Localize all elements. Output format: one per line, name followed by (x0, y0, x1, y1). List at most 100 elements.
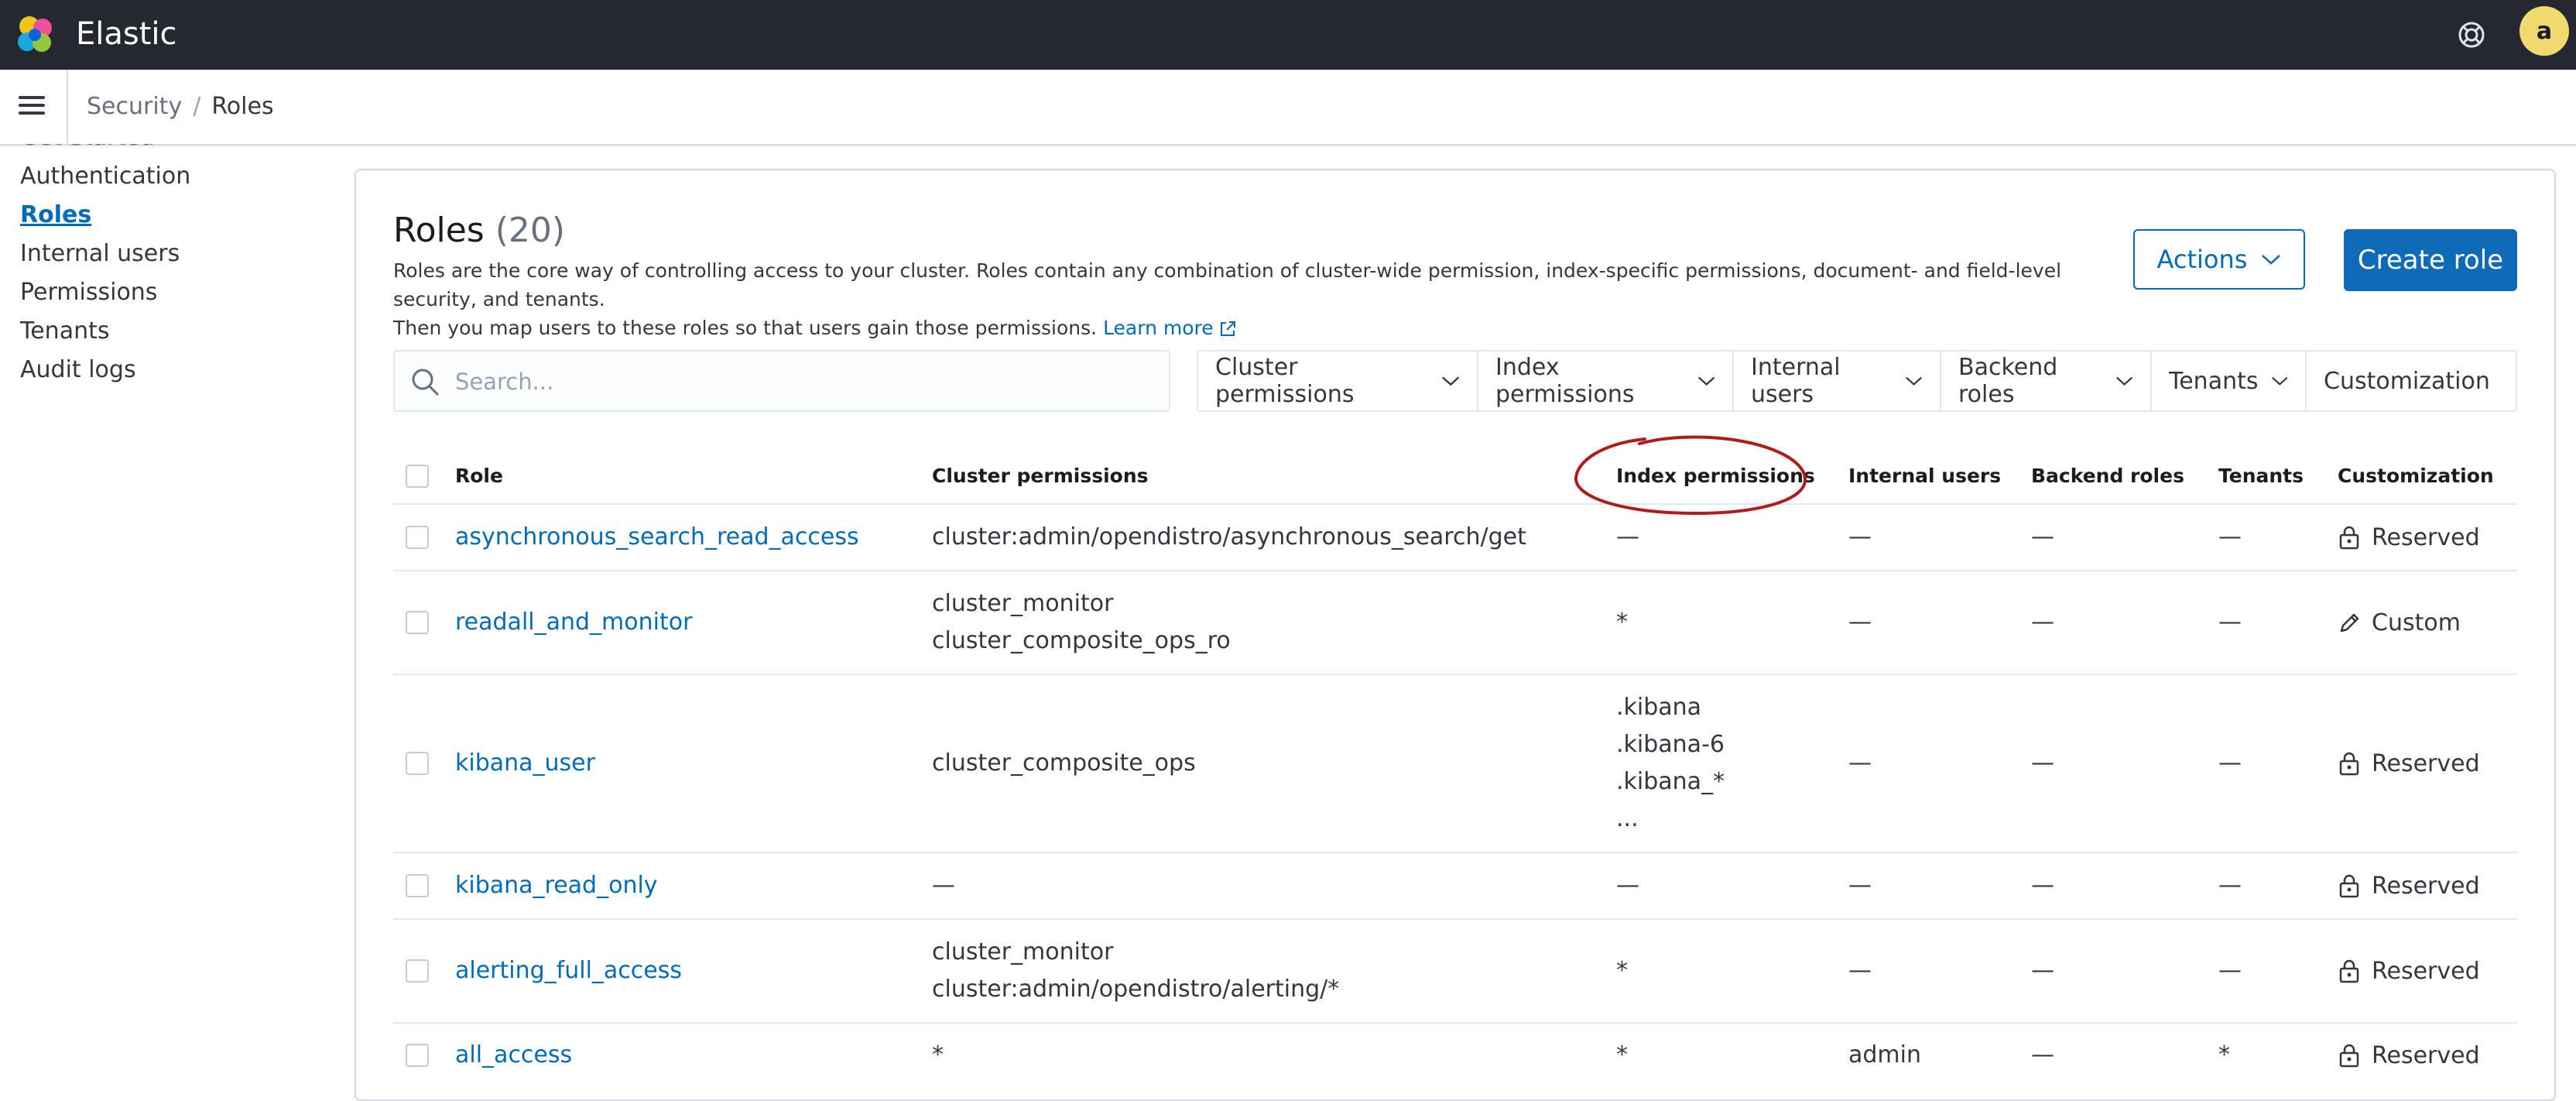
cluster-permission: cluster:admin/opendistro/asynchronous_se… (932, 523, 1526, 550)
column-header-index-permissions[interactable]: Index permissions (1616, 465, 1815, 487)
filter-label: Cluster permissions (1215, 354, 1355, 408)
filter-group: Cluster permissions Index permissions In… (1197, 350, 2517, 412)
filter-customization[interactable]: Customization (2307, 352, 2516, 410)
filter-backend-roles[interactable]: Backend roles (1941, 352, 2152, 410)
top-header: Elastic a (0, 0, 2576, 70)
row-checkbox[interactable] (406, 874, 429, 897)
index-permission: — (1616, 872, 1639, 899)
column-header-cluster-permissions[interactable]: Cluster permissions (932, 465, 1149, 487)
breadcrumb-bar: Security / Roles (0, 70, 2576, 146)
lock-icon (2339, 1044, 2359, 1068)
filter-tenants[interactable]: Tenants (2152, 352, 2307, 410)
row-checkbox[interactable] (406, 752, 429, 775)
learn-more-link[interactable]: Learn more (1103, 317, 1214, 339)
tenants-value: — (2218, 749, 2242, 777)
filter-cluster-permissions[interactable]: Cluster permissions (1198, 352, 1478, 410)
column-header-customization[interactable]: Customization (2338, 465, 2494, 487)
internal-users-value: — (1848, 749, 1872, 777)
row-checkbox[interactable] (406, 526, 429, 549)
chevron-down-icon (2271, 376, 2287, 386)
customization-label: Reserved (2372, 957, 2480, 985)
menu-toggle-icon[interactable] (14, 91, 50, 122)
cluster-permission: cluster_composite_ops_ro (932, 627, 1231, 654)
customization-value: Custom (2338, 604, 2461, 641)
elastic-logo-icon[interactable] (14, 13, 57, 57)
internal-users-value: admin (1848, 1041, 1921, 1068)
customization-value: Reserved (2338, 519, 2480, 556)
user-avatar[interactable]: a (2519, 6, 2569, 56)
chevron-down-icon (1441, 376, 1459, 386)
role-link[interactable]: asynchronous_search_read_access (455, 519, 859, 556)
create-role-button[interactable]: Create role (2344, 229, 2517, 291)
cluster-permission: * (932, 1041, 944, 1068)
backend-roles-value: — (2031, 609, 2054, 636)
breadcrumb: Security / Roles (87, 90, 274, 124)
index-permission: * (1616, 609, 1628, 636)
customization-value: Reserved (2338, 867, 2480, 904)
external-link-icon[interactable] (1218, 320, 1237, 338)
actions-button[interactable]: Actions (2133, 229, 2305, 290)
customization-label: Reserved (2372, 872, 2480, 900)
select-all-checkbox[interactable] (406, 465, 429, 488)
tenants-value: — (2218, 872, 2242, 899)
backend-roles-value: — (2031, 1041, 2054, 1068)
customization-value: Reserved (2338, 1037, 2480, 1074)
search-input[interactable] (454, 353, 1153, 410)
breadcrumb-security[interactable]: Security (87, 93, 182, 120)
row-divider (393, 570, 2517, 571)
role-link[interactable]: readall_and_monitor (455, 604, 692, 641)
page-title: Roles (20) (393, 211, 565, 250)
role-link[interactable]: kibana_user (455, 745, 595, 782)
index-permission: .kibana_* (1616, 768, 1725, 795)
row-divider (393, 674, 2517, 675)
role-link[interactable]: alerting_full_access (455, 952, 682, 990)
side-nav: Get Started Authentication Roles Interna… (0, 144, 341, 1075)
lock-icon (2339, 752, 2359, 776)
filter-label: Index permissions (1495, 354, 1635, 408)
cluster-permission: cluster_composite_ops (932, 749, 1196, 777)
sidebar-item-permissions[interactable]: Permissions (20, 279, 157, 306)
filter-label: Tenants (2169, 367, 2259, 395)
column-header-backend-roles[interactable]: Backend roles (2031, 465, 2184, 487)
internal-users-value: — (1848, 957, 1872, 984)
chevron-down-icon (1905, 376, 1922, 386)
page-description: Roles are the core way of controlling ac… (393, 256, 2096, 342)
row-checkbox[interactable] (406, 611, 429, 634)
sidebar-item-internal-users[interactable]: Internal users (20, 240, 180, 267)
role-link[interactable]: all_access (455, 1037, 572, 1074)
column-header-internal-users[interactable]: Internal users (1848, 465, 2001, 487)
filter-internal-users[interactable]: Internal users (1734, 352, 1941, 410)
row-divider (393, 503, 2517, 505)
search-box (393, 350, 1170, 412)
column-header-tenants[interactable]: Tenants (2218, 465, 2304, 487)
backend-roles-value: — (2031, 872, 2054, 899)
sidebar-item-get-started[interactable]: Get Started (20, 144, 155, 151)
customization-value: Reserved (2338, 952, 2480, 990)
sidebar-item-authentication[interactable]: Authentication (20, 163, 190, 190)
chevron-down-icon (1697, 376, 1714, 386)
backend-roles-value: — (2031, 749, 2054, 777)
row-checkbox[interactable] (406, 959, 429, 983)
brand-name: Elastic (76, 16, 177, 52)
row-checkbox[interactable] (406, 1044, 429, 1067)
help-icon[interactable] (2452, 15, 2491, 54)
customization-label: Reserved (2372, 1041, 2480, 1069)
chevron-down-icon (2262, 255, 2281, 265)
index-permission: — (1616, 523, 1639, 550)
tenants-value: — (2218, 957, 2242, 984)
index-permission: .kibana (1616, 694, 1702, 721)
description-line-2: Then you map users to these roles so tha… (393, 314, 2096, 342)
role-link[interactable]: kibana_read_only (455, 867, 658, 904)
cluster-permission: cluster_monitor (932, 590, 1114, 617)
sidebar-item-audit-logs[interactable]: Audit logs (20, 356, 136, 383)
column-header-role[interactable]: Role (455, 465, 503, 487)
sidebar-item-tenants[interactable]: Tenants (20, 317, 110, 345)
customization-value: Reserved (2338, 745, 2480, 782)
filter-index-permissions[interactable]: Index permissions (1478, 352, 1734, 410)
sidebar-item-roles[interactable]: Roles (20, 201, 91, 228)
internal-users-value: — (1848, 523, 1872, 550)
tenants-value: * (2218, 1041, 2230, 1068)
row-divider (393, 852, 2517, 853)
index-permission: * (1616, 957, 1628, 984)
breadcrumb-separator: / (193, 93, 201, 120)
